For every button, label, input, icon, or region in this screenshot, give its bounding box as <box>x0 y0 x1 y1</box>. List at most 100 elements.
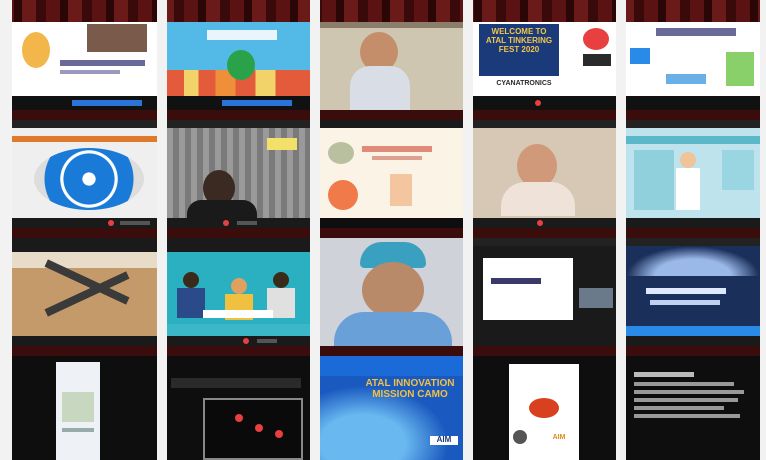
sticky-note <box>267 138 297 150</box>
video-tile[interactable] <box>167 238 310 346</box>
sponsor-logo <box>583 54 611 66</box>
video-tile[interactable] <box>12 238 157 346</box>
banner-text: ATAL INNOVATION MISSION CAMO <box>365 378 455 400</box>
slide-text <box>60 60 145 66</box>
cabinet-graphic <box>634 150 674 210</box>
person-icon <box>231 278 247 294</box>
tile-header <box>167 238 310 252</box>
video-tile[interactable]: ATAL INNOVATION MISSION CAMO AIM <box>320 356 463 460</box>
participant-body <box>501 182 575 216</box>
phone-screen: AIM <box>509 364 579 460</box>
tile-header <box>320 120 463 128</box>
cabinet-graphic <box>722 150 754 190</box>
slide-text <box>372 156 422 160</box>
diagram-icon <box>726 52 754 86</box>
video-tile[interactable] <box>626 356 760 460</box>
video-tile[interactable] <box>12 120 157 228</box>
tile-header <box>626 238 760 246</box>
doc-text <box>634 390 744 394</box>
participant-body <box>334 312 452 346</box>
control-bar <box>167 218 310 228</box>
person-icon <box>273 272 289 288</box>
video-tile[interactable] <box>626 238 760 346</box>
tile-header <box>12 120 157 128</box>
welcome-text: WELCOME TO ATAL TINKERING FEST 2020 <box>485 27 553 54</box>
tile-header <box>167 120 310 128</box>
welcome-slide: WELCOME TO ATAL TINKERING FEST 2020 <box>479 24 559 76</box>
person-icon <box>177 288 205 318</box>
doc-text <box>634 372 694 377</box>
participant-thumbnail <box>579 288 613 308</box>
video-tile[interactable] <box>320 22 463 110</box>
video-tile[interactable]: AIM <box>473 356 616 460</box>
diagram-icon <box>666 74 706 84</box>
video-tile[interactable] <box>626 22 760 110</box>
planet-graphic <box>626 246 760 276</box>
doc-text <box>634 382 734 386</box>
logo-icon <box>328 142 354 164</box>
slide-text <box>60 70 120 74</box>
presenter-video <box>87 24 147 52</box>
person-icon <box>183 272 199 288</box>
image-icon <box>630 48 650 64</box>
control-bar <box>320 218 463 228</box>
video-tile[interactable] <box>473 120 616 228</box>
video-tile[interactable]: WELCOME TO ATAL TINKERING FEST 2020 CYAN… <box>473 22 616 110</box>
divider <box>310 0 320 460</box>
tree-icon <box>227 50 255 80</box>
tile-header <box>12 238 157 252</box>
aim-badge: AIM <box>430 435 458 445</box>
logo-icon <box>529 398 559 418</box>
tile-header <box>473 120 616 128</box>
control-bar <box>473 336 616 346</box>
circle-graphic <box>328 180 358 210</box>
target-graphic <box>34 148 144 210</box>
slide-text <box>362 146 432 152</box>
participant-body <box>187 200 257 220</box>
video-tile[interactable] <box>12 22 157 110</box>
control-bar <box>167 336 310 346</box>
participant-body <box>350 66 410 110</box>
doctor-coat <box>676 168 700 210</box>
divider <box>616 0 626 460</box>
table-graphic <box>203 310 273 318</box>
control-bar <box>12 218 157 228</box>
doc-text <box>634 406 724 410</box>
doc-text <box>634 398 738 402</box>
video-tile[interactable] <box>167 22 310 110</box>
top-banner <box>0 0 766 22</box>
divider <box>760 0 766 460</box>
doctor-face <box>680 152 696 168</box>
slide-text <box>646 288 726 294</box>
divider <box>463 0 473 460</box>
control-bar <box>473 96 616 110</box>
video-tile[interactable] <box>473 238 616 346</box>
video-tile[interactable] <box>12 356 157 460</box>
video-tile[interactable] <box>167 356 310 460</box>
divider <box>0 0 12 460</box>
control-bar <box>473 218 616 228</box>
shared-slide <box>483 258 573 320</box>
aim-badge: AIM <box>552 434 566 441</box>
control-bar <box>12 336 157 346</box>
slide-text <box>650 300 720 305</box>
control-bar <box>626 336 760 346</box>
phone-screen <box>56 362 100 460</box>
emblem-icon <box>513 430 527 444</box>
slide-title <box>207 30 277 40</box>
slide-title <box>656 28 736 36</box>
video-tile[interactable] <box>320 238 463 346</box>
divider <box>157 0 167 460</box>
participant-face <box>362 262 424 318</box>
logo-icon <box>583 28 609 50</box>
control-bar <box>626 218 760 228</box>
video-tile[interactable] <box>626 120 760 228</box>
video-tile[interactable] <box>320 120 463 228</box>
doc-text <box>634 414 740 418</box>
bulb-icon <box>22 32 50 68</box>
tile-header <box>473 238 616 246</box>
shared-screen <box>203 398 303 460</box>
control-bar <box>626 96 760 110</box>
control-bar <box>167 96 310 110</box>
video-tile[interactable] <box>167 120 310 228</box>
